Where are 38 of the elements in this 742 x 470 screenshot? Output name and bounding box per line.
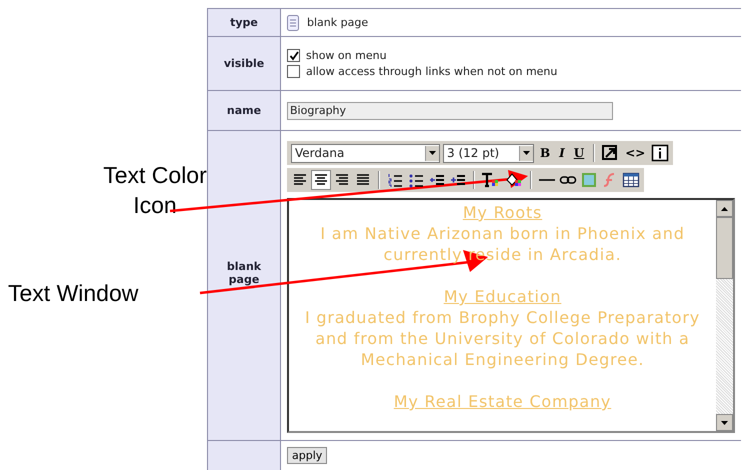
text-color-icon[interactable] — [481, 171, 501, 189]
checkbox-label: allow access through links when not on menu — [306, 65, 558, 78]
field-label: blank page — [226, 260, 262, 286]
format-button[interactable]: U — [570, 144, 588, 162]
scrollbar[interactable] — [716, 200, 733, 431]
checkbox-label: show on menu — [306, 49, 387, 62]
paragraph: I am Native Arizonan born in Phoenix and currently reside in Arcadia. — [319, 223, 686, 265]
field-label: type — [230, 16, 258, 29]
checkbox[interactable] — [287, 49, 300, 62]
page-type: blank page — [307, 16, 368, 29]
section-heading: My Roots — [462, 202, 544, 223]
name-field[interactable]: Biography — [287, 102, 613, 120]
apply-button[interactable]: apply — [287, 447, 328, 464]
format-button[interactable]: I — [556, 144, 568, 162]
text-editor[interactable] — [287, 198, 735, 433]
section-heading: My Real Estate Company — [392, 391, 612, 412]
dropdown-arrow-icon — [429, 151, 436, 155]
callout-label: Text Color Icon — [102, 161, 208, 220]
background-color-icon[interactable] — [504, 171, 524, 189]
size-dropdown[interactable]: 3 (12 pt) — [443, 144, 534, 162]
page-icon — [287, 14, 299, 30]
dropdown-arrow-icon — [523, 151, 530, 155]
numbered-list-icon[interactable] — [386, 171, 404, 189]
table-icon[interactable] — [622, 171, 640, 189]
paragraph: I graduated from Brophy College Preparatory and from the University of Colorado with a Mechanical Engineering Degree. — [304, 307, 702, 370]
source-button[interactable]: <> — [622, 144, 648, 162]
scroll-down-icon — [721, 420, 728, 424]
font-dropdown[interactable]: Verdana — [291, 144, 440, 162]
checkbox[interactable] — [287, 65, 300, 78]
format-button[interactable]: B — [537, 144, 554, 162]
field-label: visible — [224, 57, 264, 70]
section-heading: My Education — [442, 286, 562, 307]
popup-icon[interactable] — [601, 144, 620, 162]
info-icon[interactable] — [651, 144, 670, 162]
field-label: name — [226, 104, 262, 117]
align-icon[interactable] — [312, 171, 330, 189]
callout-label: Text Window — [8, 279, 138, 308]
scroll-up-icon — [721, 206, 728, 210]
